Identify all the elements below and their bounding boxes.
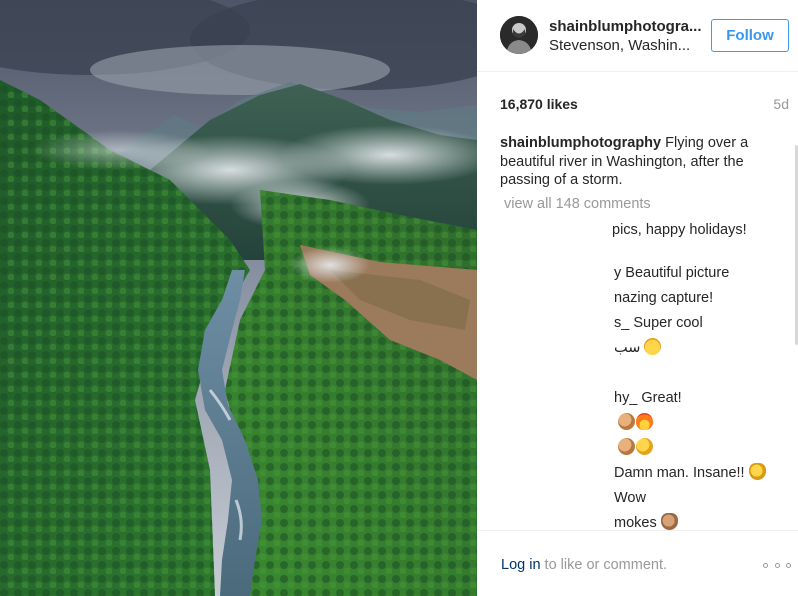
comment-text: s_ Super cool [614,315,703,331]
login-prompt: Log in to like or comment. [501,557,667,573]
login-link[interactable]: Log in [501,557,541,573]
heart-eyes-icon [644,338,662,355]
post-photo[interactable] [0,0,477,596]
comment-emoji [618,438,654,458]
clap-icon [618,413,635,430]
fire-icon [636,413,653,430]
caption: shainblumphotography Flying over a beaut… [500,134,768,190]
stats-row: 16,870 likes 5d [500,96,789,116]
comments-list: pics, happy holidays! y Beautiful pictur… [477,218,798,530]
caption-author[interactable]: shainblumphotography [500,135,661,151]
landscape-photo [0,0,477,596]
clap-icon [636,438,653,455]
username[interactable]: shainblumphotogra... [549,18,702,35]
clap-icon [618,438,635,455]
hand-icon [660,513,678,530]
comment-emoji [618,413,654,433]
comment-text: y Beautiful picture [614,265,730,281]
avatar-icon [500,16,538,54]
view-all-comments-link[interactable]: view all 148 comments [504,196,651,212]
post-viewer: shainblumphotogra... Stevenson, Washin..… [0,0,798,596]
comment-text: pics, happy holidays! [612,222,747,238]
likes-count[interactable]: 16,870 likes [500,96,578,112]
follow-button[interactable]: Follow [711,19,789,52]
comment-text: سب [614,338,662,358]
comment-text: hy_ Great! [614,390,682,406]
ok-hand-icon [748,463,766,480]
comment-text: mokes [614,513,679,530]
post-time[interactable]: 5d [773,96,789,112]
post-footer: Log in to like or comment. [477,530,798,596]
comment-text: nazing capture! [614,290,714,306]
ellipsis-icon[interactable] [763,555,791,575]
post-header: shainblumphotogra... Stevenson, Washin..… [477,0,798,72]
login-prompt-text: to like or comment. [540,557,668,573]
side-panel: shainblumphotogra... Stevenson, Washin..… [477,0,798,596]
location[interactable]: Stevenson, Washin... [549,37,690,54]
comment-text: Damn man. Insane!! [614,463,767,483]
avatar[interactable] [500,16,538,54]
comment-text: Wow [614,490,646,506]
